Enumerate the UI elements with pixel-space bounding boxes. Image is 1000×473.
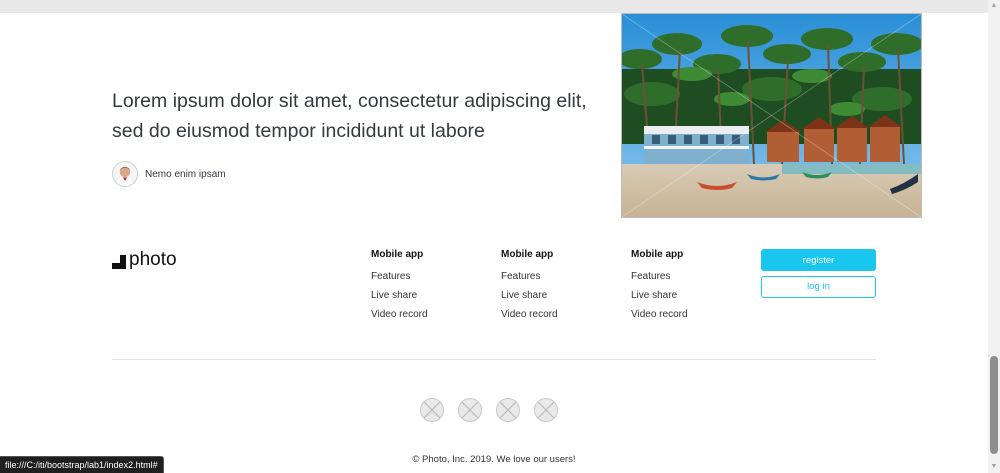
social-placeholder-icon[interactable] [458,398,482,422]
footer-link-video-record[interactable]: Video record [631,309,688,321]
footer-link-video-record[interactable]: Video record [501,309,558,321]
vertical-scrollbar[interactable]: ▲ ▼ [988,0,1000,473]
column-title: Mobile app [371,249,424,260]
status-bar-url: file:///C:/iti/bootstrap/lab1/index2.htm… [0,456,164,473]
social-placeholder-icon[interactable] [534,398,558,422]
footer-link-live-share[interactable]: Live share [501,290,558,302]
beach-photo [621,13,922,218]
footer-link-video-record[interactable]: Video record [371,309,428,321]
logo-text: photo [129,249,177,270]
footer-column-1: Mobile app Features Live share Video rec… [371,249,428,328]
register-button[interactable]: register [761,249,876,271]
footer-column-2: Mobile app Features Live share Video rec… [501,249,558,328]
avatar [112,161,138,187]
browser-top-strip [0,0,988,13]
footer-divider [112,359,876,360]
page-content: Lorem ipsum dolor sit amet, consectetur … [0,13,988,473]
column-title: Mobile app [501,249,554,260]
testimonial-quote: Lorem ipsum dolor sit amet, consectetur … [112,90,587,142]
footer-link-live-share[interactable]: Live share [631,290,688,302]
column-title: Mobile app [631,249,684,260]
login-button[interactable]: log in [761,276,876,298]
social-placeholder-icon[interactable] [496,398,520,422]
scroll-down-arrow-icon[interactable]: ▼ [990,463,998,471]
footer-column-3: Mobile app Features Live share Video rec… [631,249,688,328]
logo-mark-icon [112,255,126,269]
social-placeholder-icon[interactable] [420,398,444,422]
footer-link-features[interactable]: Features [501,271,558,283]
scrollbar-thumb[interactable] [990,356,998,454]
testimonial-author: Nemo enim ipsam [112,161,226,187]
footer-link-features[interactable]: Features [371,271,428,283]
scroll-up-arrow-icon[interactable]: ▲ [990,2,998,10]
author-name: Nemo enim ipsam [145,168,226,180]
social-links [420,398,558,422]
footer-logo[interactable]: photo [112,250,177,270]
footer-link-live-share[interactable]: Live share [371,290,428,302]
footer-link-features[interactable]: Features [631,271,688,283]
